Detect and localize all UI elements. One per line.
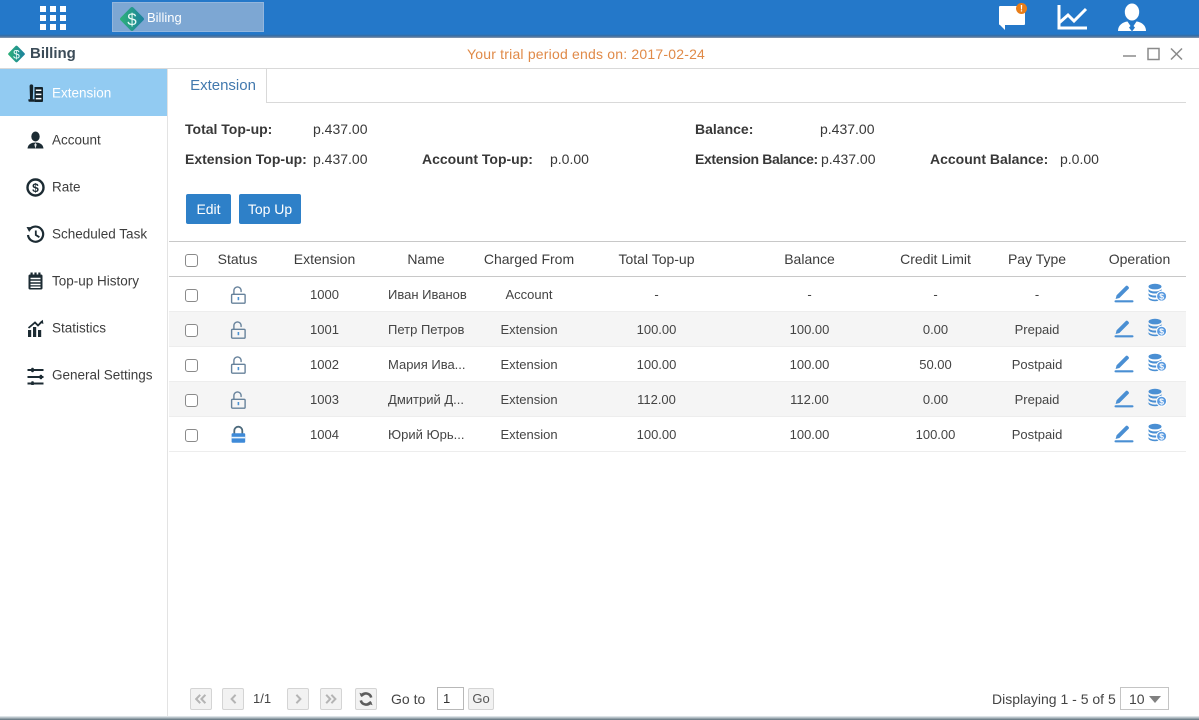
svg-text:$: $ (1159, 326, 1164, 336)
svg-text:$: $ (1159, 431, 1164, 441)
svg-text:$: $ (1159, 291, 1164, 301)
svg-text:$: $ (127, 10, 137, 29)
svg-text:$: $ (1159, 396, 1164, 406)
svg-text:$: $ (32, 181, 39, 195)
svg-text:$: $ (13, 48, 20, 62)
svg-text:$: $ (1159, 361, 1164, 371)
svg-text:!: ! (1020, 4, 1023, 14)
